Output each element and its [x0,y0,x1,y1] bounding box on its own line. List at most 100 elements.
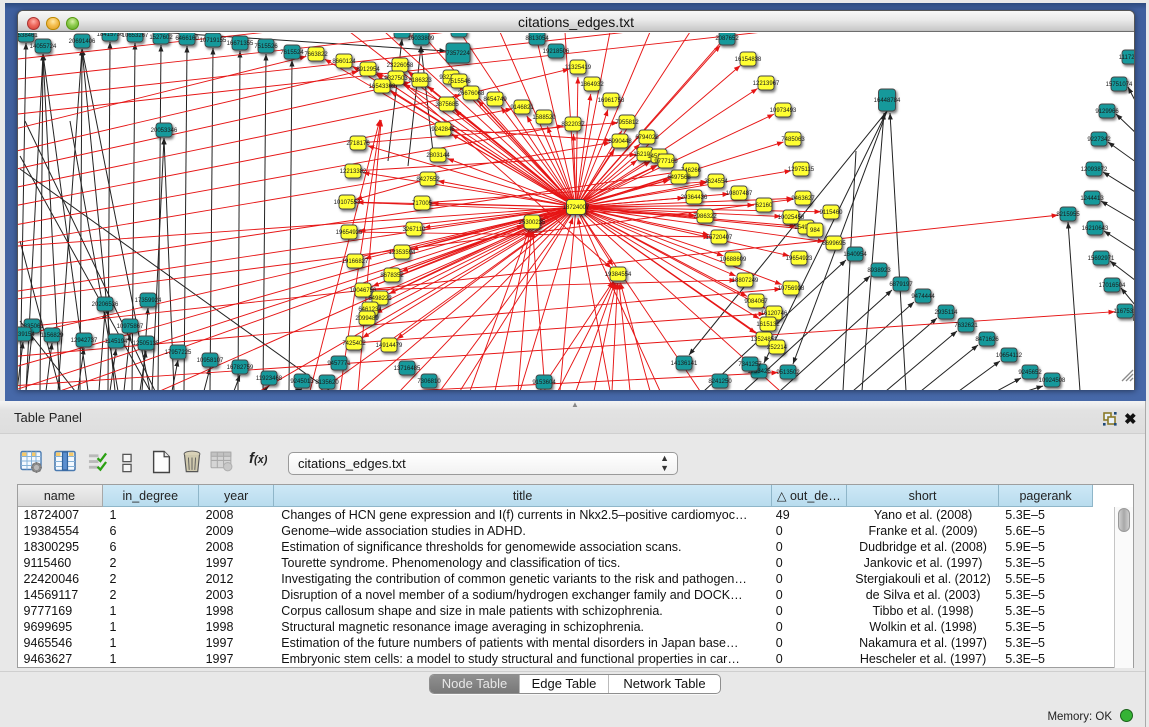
svg-text:1145194: 1145194 [105,339,129,345]
svg-text:9245013: 9245013 [290,379,314,385]
svg-text:16671355: 16671355 [227,41,254,47]
svg-text:9474444: 9474444 [911,294,935,300]
svg-text:12213967: 12213967 [753,81,780,87]
svg-text:9245652: 9245652 [1018,370,1042,376]
svg-text:12213382: 12213382 [340,169,367,175]
svg-text:8416410: 8416410 [447,33,471,34]
svg-text:2718176: 2718176 [346,141,370,147]
svg-text:717005: 717005 [412,201,433,207]
svg-text:8938923: 8938923 [867,268,891,274]
svg-text:8678352: 8678352 [380,273,404,279]
svg-text:20053346: 20053346 [151,128,178,134]
svg-text:14136141: 14136141 [671,361,698,367]
svg-text:8215955: 8215955 [1056,212,1080,218]
svg-text:7663822: 7663822 [304,52,328,58]
svg-text:16782759: 16782759 [227,365,254,371]
svg-text:19166827: 19166827 [342,259,369,265]
svg-text:15751074: 15751074 [1106,82,1133,88]
svg-text:10924508: 10924508 [1039,378,1066,384]
svg-text:252214: 252214 [767,345,788,351]
svg-text:10653267: 10653267 [122,33,149,39]
svg-text:10975867: 10975867 [117,324,144,330]
svg-text:3267110: 3267110 [403,227,427,233]
svg-text:6466160: 6466160 [175,36,199,42]
svg-text:8699695: 8699695 [822,241,846,247]
svg-text:7986322: 7986322 [693,214,717,220]
svg-text:7632621: 7632621 [954,323,978,329]
svg-text:17359924: 17359924 [135,298,162,304]
svg-text:2803144: 2803144 [426,153,450,159]
svg-text:16154838: 16154838 [735,57,762,63]
svg-text:9182635: 9182635 [390,33,414,35]
svg-text:7485063: 7485063 [781,137,805,143]
svg-text:8813054: 8813054 [525,36,549,42]
svg-text:7615524: 7615524 [280,50,304,56]
svg-text:16210643: 16210643 [1082,226,1109,232]
svg-text:10958107: 10958107 [197,358,224,364]
svg-text:9463627: 9463627 [791,196,815,202]
svg-text:18807249: 18807249 [732,278,759,284]
svg-text:1640954: 1640954 [843,252,867,258]
svg-text:10107553: 10107553 [334,200,361,206]
svg-text:9084067: 9084067 [744,299,768,305]
svg-text:9115460: 9115460 [820,210,844,216]
svg-text:12942737: 12942737 [71,338,98,344]
svg-text:10654112: 10654112 [996,353,1023,359]
svg-text:10756928: 10756928 [778,286,805,292]
svg-text:20364436: 20364436 [681,195,708,201]
svg-text:10807487: 10807487 [726,191,753,197]
svg-text:17957225: 17957225 [165,350,192,356]
svg-text:9538461: 9538461 [18,33,38,39]
svg-text:16543362: 16543362 [369,84,396,90]
svg-text:6990448: 6990448 [608,139,632,145]
svg-text:16120746: 16120746 [761,311,788,317]
svg-text:6879197: 6879197 [889,282,913,288]
svg-text:1167531: 1167531 [1114,309,1134,315]
svg-text:14914479: 14914479 [376,343,403,349]
svg-text:9513502: 9513502 [776,370,800,376]
svg-text:9242845: 9242845 [431,127,455,133]
svg-text:12093872: 12093872 [1081,167,1108,173]
svg-text:19384554: 19384554 [605,272,632,278]
svg-text:6497568: 6497568 [667,175,691,181]
svg-text:7515546: 7515546 [447,79,471,85]
svg-text:20691406: 20691406 [69,39,96,45]
svg-text:3875685: 3875685 [435,102,459,108]
svg-text:6794028: 6794028 [635,135,659,141]
svg-text:2935114: 2935114 [935,310,959,316]
svg-text:23226058: 23226058 [387,63,414,69]
svg-text:10688609: 10688609 [720,257,747,263]
svg-text:12975115: 12975115 [788,167,815,173]
svg-text:16448784: 16448784 [874,98,901,104]
svg-text:26676068: 26676068 [458,91,485,97]
svg-text:13716485: 13716485 [394,366,421,372]
svg-text:9146821: 9146821 [510,105,534,111]
svg-text:984: 984 [810,228,821,234]
svg-text:8912954: 8912954 [356,67,380,73]
svg-text:8241250: 8241250 [708,379,732,385]
svg-text:8135620: 8135620 [315,380,339,386]
svg-text:9129966: 9129966 [1095,109,1119,115]
svg-text:20206536: 20206536 [92,302,119,308]
svg-text:1864932: 1864932 [580,82,604,88]
svg-text:12353594: 12353594 [389,250,416,256]
svg-text:19654923: 19654923 [786,256,813,262]
svg-text:1244413: 1244413 [1080,196,1104,202]
svg-text:17016504: 17016504 [1099,283,1126,289]
svg-text:1588520: 1588520 [532,115,556,121]
svg-text:2087652: 2087652 [715,36,739,42]
svg-text:1117204: 1117204 [1119,55,1134,61]
svg-text:16033809: 16033809 [408,36,435,42]
svg-text:7515526: 7515526 [254,44,278,50]
svg-text:8186323: 8186323 [408,78,432,84]
svg-text:12505135: 12505135 [133,341,160,347]
svg-text:10973493: 10973493 [770,108,797,114]
svg-text:8454749: 8454749 [483,97,507,103]
svg-text:9153604: 9153604 [532,380,556,386]
svg-text:15692971: 15692971 [1088,256,1115,262]
svg-text:62160: 62160 [756,203,773,209]
svg-text:2939154: 2939154 [18,332,35,338]
svg-text:1527602: 1527602 [149,35,173,41]
svg-text:7357224: 7357224 [446,51,470,57]
svg-text:18724007: 18724007 [563,205,590,211]
